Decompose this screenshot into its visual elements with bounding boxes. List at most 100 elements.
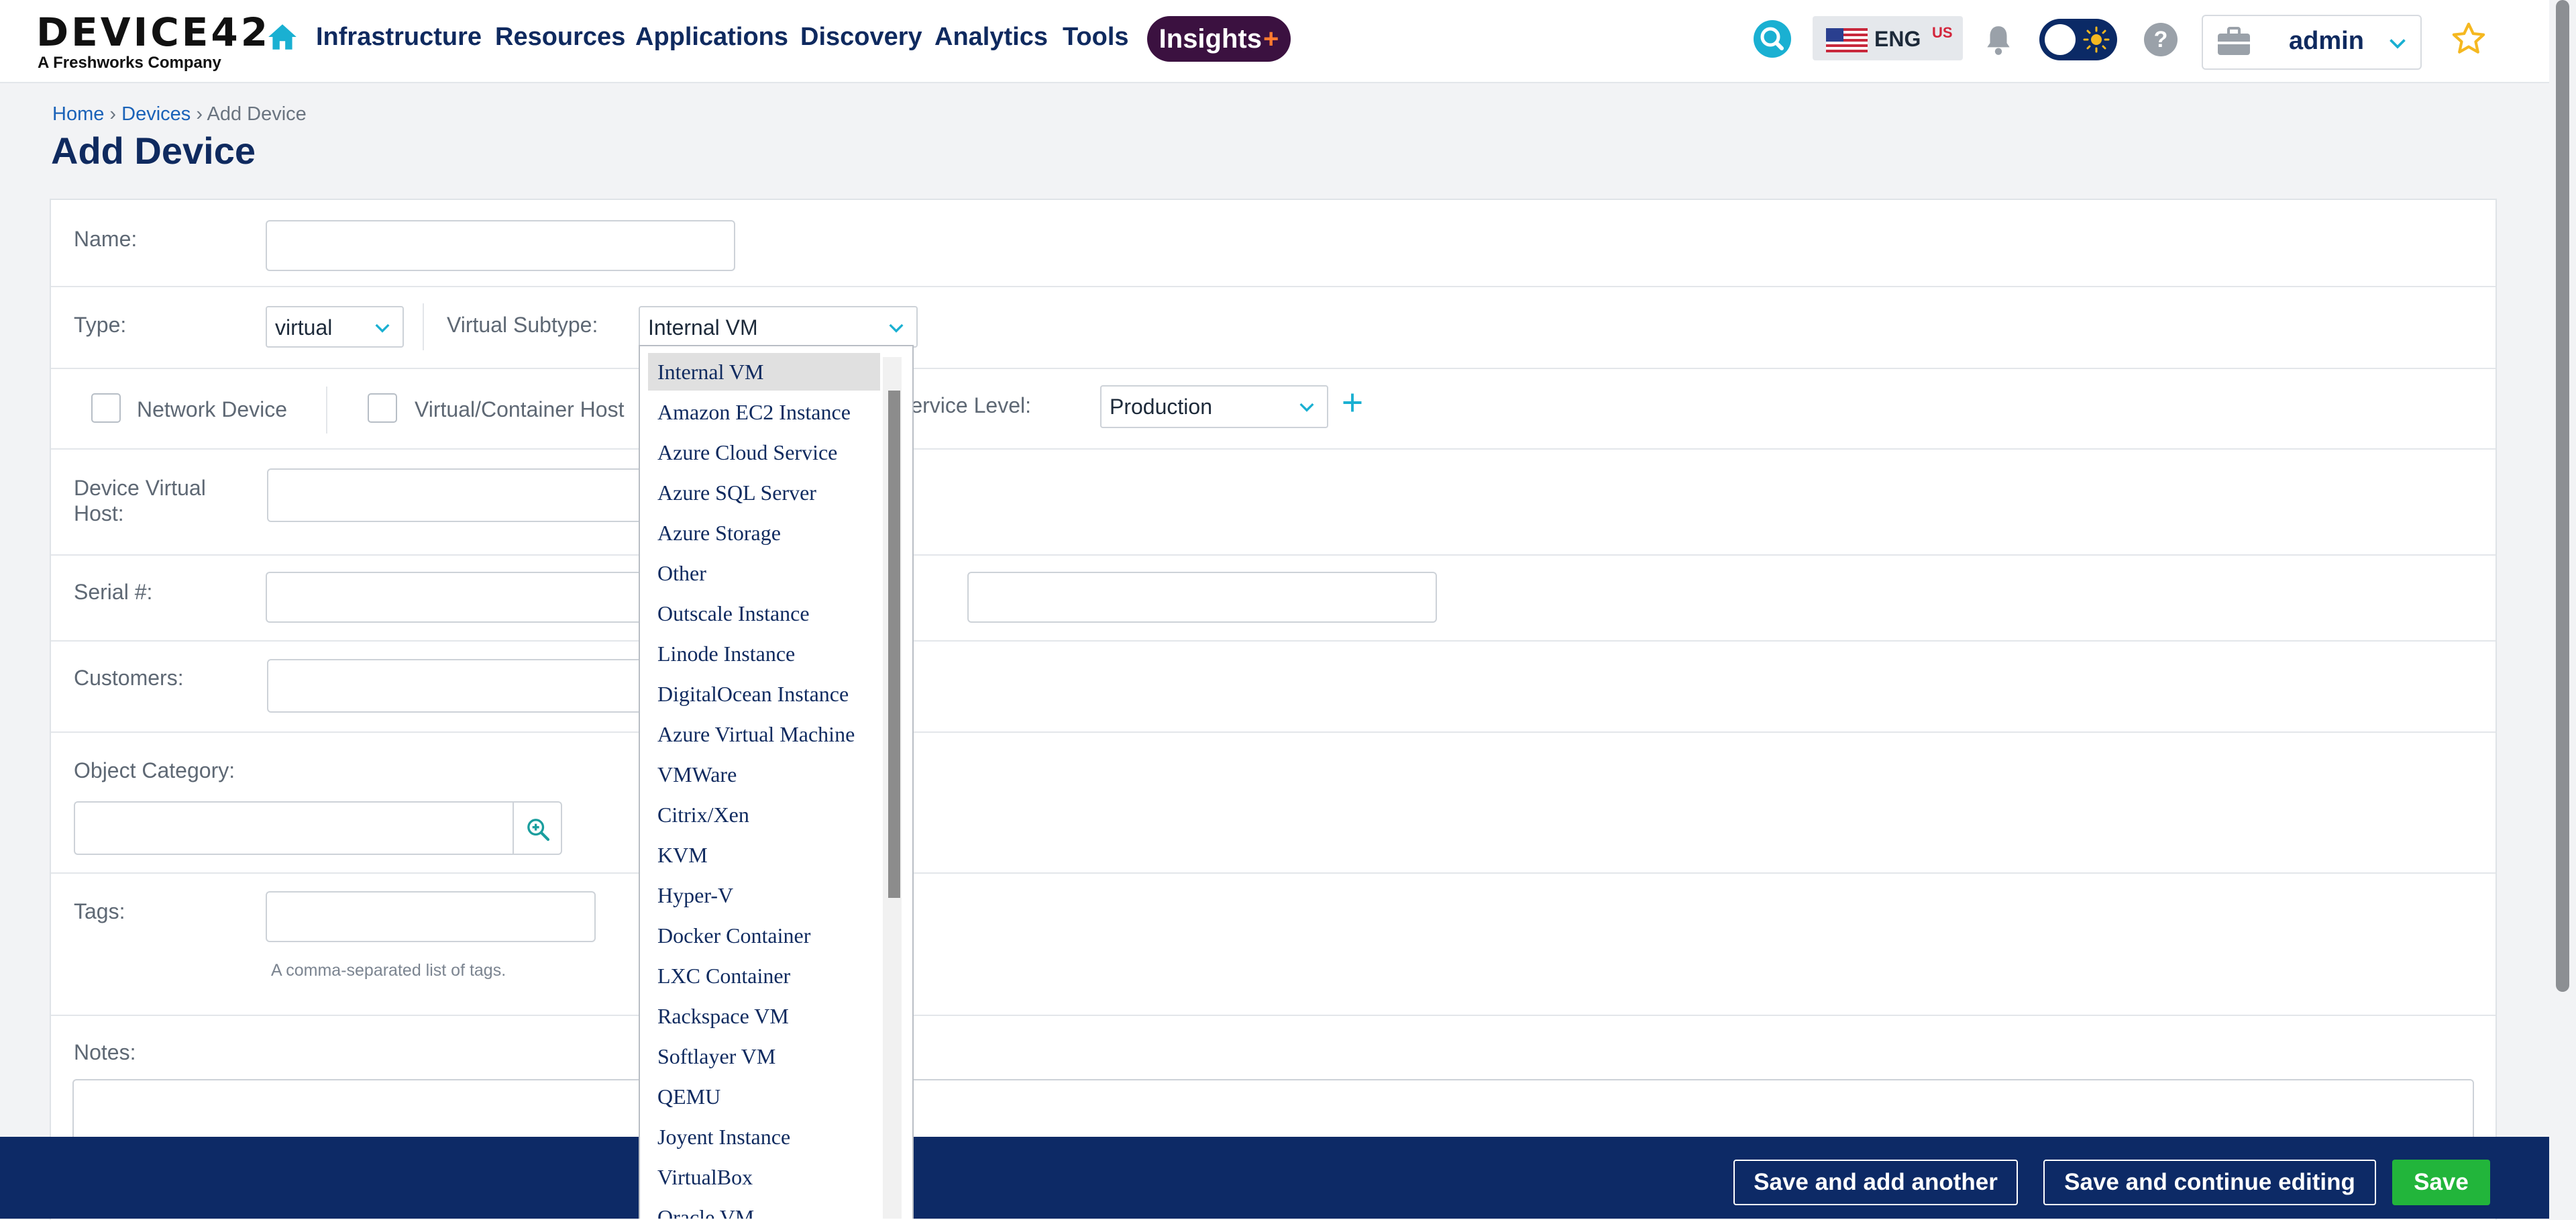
- save-and-add-another-button[interactable]: Save and add another: [1733, 1160, 2018, 1205]
- language-code: ENG: [1874, 27, 1921, 51]
- dropdown-option[interactable]: VirtualBox: [657, 1165, 753, 1190]
- object-category-lookup-button[interactable]: [514, 801, 562, 855]
- service-level-select[interactable]: Production: [1100, 385, 1328, 428]
- nav-resources[interactable]: Resources: [495, 23, 625, 52]
- dropdown-option[interactable]: Amazon EC2 Instance: [657, 400, 851, 425]
- favorite-star-icon[interactable]: [2450, 20, 2487, 58]
- dropdown-option[interactable]: Linode Instance: [657, 642, 795, 666]
- add-device-form: Name: Type: virtual Virtual Subtype: Int…: [50, 199, 2497, 1220]
- help-icon[interactable]: ?: [2144, 23, 2178, 56]
- breadcrumb-current: Add Device: [207, 103, 307, 125]
- dropdown-option[interactable]: VMWare: [657, 762, 737, 787]
- dropdown-option[interactable]: Oracle VM: [657, 1205, 754, 1219]
- page-title: Add Device: [51, 130, 256, 172]
- insights-button[interactable]: Insights +: [1147, 16, 1291, 62]
- page-scrollbar-thumb[interactable]: [2556, 0, 2569, 992]
- chevron-down-icon: [889, 323, 904, 333]
- save-button[interactable]: Save: [2392, 1160, 2490, 1205]
- serial-secondary-input[interactable]: [967, 572, 1437, 623]
- bell-icon[interactable]: [1982, 23, 2015, 58]
- notes-label: Notes:: [74, 1040, 136, 1064]
- save-and-continue-editing-button[interactable]: Save and continue editing: [2043, 1160, 2376, 1205]
- dropdown-option[interactable]: Outscale Instance: [657, 601, 810, 626]
- toggle-knob: [2045, 24, 2076, 55]
- dropdown-option[interactable]: LXC Container: [657, 964, 790, 988]
- breadcrumb: Home › Devices › Add Device: [52, 103, 307, 125]
- nav-discovery[interactable]: Discovery: [800, 23, 922, 52]
- device-virtual-host-input[interactable]: [267, 468, 696, 522]
- row-divider: [51, 286, 2496, 287]
- dropdown-option[interactable]: DigitalOcean Instance: [657, 682, 849, 707]
- device42-logo[interactable]: DEVICE42: [36, 9, 270, 55]
- nav-analytics[interactable]: Analytics: [934, 23, 1048, 52]
- container-host-label: Virtual/Container Host: [415, 397, 625, 421]
- dropdown-option[interactable]: Other: [657, 561, 706, 586]
- dropdown-option[interactable]: KVM: [657, 843, 708, 868]
- type-select-value: virtual: [275, 315, 333, 340]
- customers-input[interactable]: [267, 659, 696, 713]
- dropdown-option[interactable]: Docker Container: [657, 923, 810, 948]
- breadcrumb-devices[interactable]: Devices: [121, 103, 191, 125]
- row-divider: [51, 448, 2496, 450]
- briefcase-icon: [2218, 27, 2250, 55]
- form-action-bar: Save and add another Save and continue e…: [0, 1137, 2549, 1219]
- dropdown-option[interactable]: Hyper-V: [657, 883, 733, 908]
- dropdown-option[interactable]: Citrix/Xen: [657, 803, 749, 827]
- tags-input[interactable]: [266, 891, 596, 942]
- row-divider: [51, 1015, 2496, 1016]
- dropdown-scrollbar[interactable]: [883, 357, 902, 1219]
- us-flag-icon: [1826, 28, 1868, 52]
- dropdown-option[interactable]: QEMU: [657, 1084, 720, 1109]
- service-level-value: Production: [1110, 395, 1212, 419]
- dropdown-option[interactable]: Azure Virtual Machine: [657, 722, 855, 747]
- username: admin: [2289, 27, 2364, 55]
- dropdown-option[interactable]: Rackspace VM: [657, 1004, 789, 1029]
- name-input[interactable]: [266, 220, 735, 271]
- dropdown-option[interactable]: Internal VM: [657, 360, 763, 385]
- network-device-checkbox[interactable]: [91, 393, 121, 423]
- add-service-level-icon[interactable]: [1340, 391, 1364, 415]
- search-icon: [1760, 27, 1784, 50]
- chevron-down-icon: [375, 323, 390, 333]
- theme-toggle[interactable]: [2039, 19, 2117, 60]
- virtual-subtype-dropdown-list[interactable]: Internal VM Amazon EC2 Instance Azure Clou…: [639, 345, 914, 1219]
- search-button[interactable]: [1754, 20, 1791, 58]
- dropdown-scrollbar-thumb[interactable]: [888, 391, 900, 898]
- home-icon[interactable]: [266, 20, 299, 54]
- dropdown-option[interactable]: Azure Cloud Service: [657, 440, 837, 465]
- customers-label: Customers:: [74, 666, 184, 690]
- page-scrollbar[interactable]: [2549, 0, 2576, 1219]
- dropdown-option[interactable]: Azure SQL Server: [657, 480, 816, 505]
- virtual-subtype-select[interactable]: Internal VM: [639, 306, 918, 348]
- dropdown-option[interactable]: Azure Storage: [657, 521, 781, 546]
- sun-icon: [2083, 26, 2110, 53]
- region-code: US: [1932, 24, 1953, 41]
- language-selector[interactable]: ENG US: [1813, 16, 1963, 60]
- network-device-label: Network Device: [137, 397, 288, 421]
- type-select[interactable]: virtual: [266, 306, 404, 348]
- container-host-checkbox[interactable]: [368, 393, 397, 423]
- nav-applications[interactable]: Applications: [635, 23, 788, 52]
- breadcrumb-separator: ›: [196, 103, 207, 125]
- nav-infrastructure[interactable]: Infrastructure: [316, 23, 482, 52]
- zoom-in-icon: [527, 819, 550, 842]
- row-divider: [51, 731, 2496, 733]
- serial-input[interactable]: [266, 572, 695, 623]
- user-menu[interactable]: admin: [2202, 15, 2422, 70]
- chevron-down-icon: [1299, 403, 1314, 412]
- row-divider: [51, 554, 2496, 556]
- dropdown-option[interactable]: Joyent Instance: [657, 1125, 790, 1150]
- nav-tools[interactable]: Tools: [1063, 23, 1129, 52]
- insights-plus: +: [1263, 23, 1279, 54]
- object-category-label: Object Category:: [74, 758, 235, 782]
- name-label: Name:: [74, 227, 138, 251]
- tags-hint: A comma-separated list of tags.: [271, 961, 506, 980]
- logo-tagline: A Freshworks Company: [38, 54, 221, 72]
- column-divider: [326, 387, 327, 434]
- object-category-input[interactable]: [74, 801, 514, 855]
- dropdown-option[interactable]: Softlayer VM: [657, 1044, 775, 1069]
- row-divider: [51, 872, 2496, 874]
- breadcrumb-separator: ›: [109, 103, 122, 125]
- breadcrumb-home[interactable]: Home: [52, 103, 104, 125]
- insights-label: Insights: [1159, 23, 1262, 54]
